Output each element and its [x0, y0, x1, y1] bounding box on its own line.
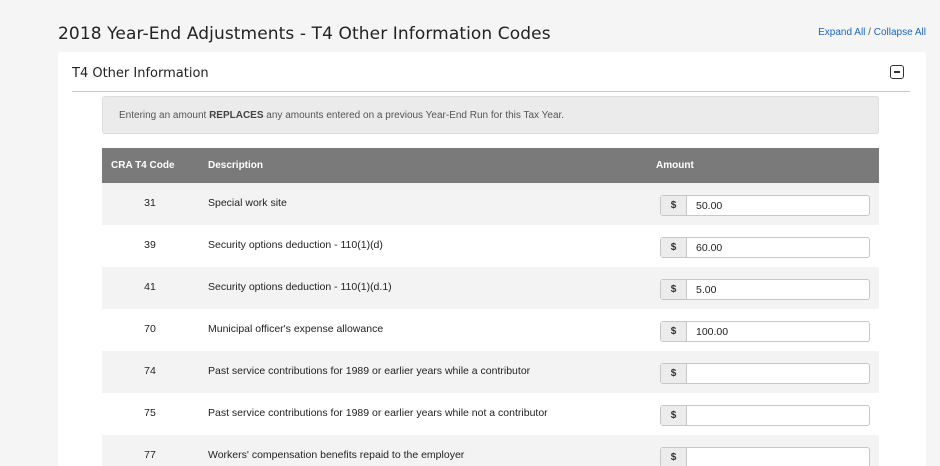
amount-field: $	[660, 195, 870, 216]
page-header: 2018 Year-End Adjustments - T4 Other Inf…	[58, 24, 926, 48]
replace-notice: Entering an amount REPLACES any amounts …	[102, 96, 879, 134]
amount-field: $	[660, 363, 870, 384]
row-description: Workers' compensation benefits repaid to…	[208, 449, 465, 461]
link-separator: /	[865, 27, 874, 38]
row-code: 41	[144, 281, 156, 293]
amount-field: $	[660, 321, 870, 342]
amount-input[interactable]	[687, 364, 869, 383]
table-row: 39 Security options deduction - 110(1)(d)…	[102, 225, 879, 267]
table-row: 41 Security options deduction - 110(1)(d.…	[102, 267, 879, 309]
amount-input[interactable]	[687, 238, 869, 257]
amount-field: $	[660, 237, 870, 258]
row-code: 31	[144, 197, 156, 209]
row-code: 75	[144, 407, 156, 419]
amount-input[interactable]	[687, 196, 869, 215]
notice-text-after: any amounts entered on a previous Year-E…	[263, 110, 565, 121]
table-row: 31 Special work site $	[102, 183, 879, 225]
dollar-addon: $	[661, 364, 687, 383]
collapse-all-link[interactable]: Collapse All	[874, 27, 926, 38]
notice-bold: REPLACES	[209, 110, 264, 121]
row-code: 74	[144, 365, 156, 377]
row-description: Security options deduction - 110(1)(d.1)	[208, 281, 392, 293]
notice-text-before: Entering an amount	[119, 110, 210, 121]
amount-input[interactable]	[687, 322, 869, 341]
dollar-addon: $	[661, 406, 687, 425]
header-description: Description	[208, 160, 264, 171]
amount-input[interactable]	[687, 280, 869, 299]
dollar-addon: $	[661, 238, 687, 257]
table-body: 31 Special work site $39 Security options d…	[102, 183, 879, 466]
row-code: 39	[144, 239, 156, 251]
amount-field: $	[660, 279, 870, 300]
expand-collapse-links: Expand All / Collapse All	[818, 27, 926, 38]
header-amount: Amount	[656, 160, 694, 171]
panel-header[interactable]: T4 Other Information	[72, 62, 910, 92]
table-row: 77 Workers' compensation benefits repaid …	[102, 435, 879, 466]
amount-field: $	[660, 447, 870, 466]
amount-input[interactable]	[687, 448, 869, 466]
row-code: 70	[144, 323, 156, 335]
minus-square-icon[interactable]	[890, 65, 904, 79]
dollar-addon: $	[661, 196, 687, 215]
amount-field: $	[660, 405, 870, 426]
row-description: Past service contributions for 1989 or e…	[208, 365, 531, 377]
amount-input[interactable]	[687, 406, 869, 425]
page-title: 2018 Year-End Adjustments - T4 Other Inf…	[58, 24, 551, 44]
dollar-addon: $	[661, 280, 687, 299]
t4-codes-table: CRA T4 Code Description Amount 31 Special…	[102, 148, 879, 466]
table-row: 70 Municipal officer's expense allowance $	[102, 309, 879, 351]
panel-title: T4 Other Information	[72, 66, 209, 81]
row-description: Municipal officer's expense allowance	[208, 323, 384, 335]
row-code: 77	[144, 449, 156, 461]
t4-other-information-panel: T4 Other Information Entering an amount …	[58, 52, 926, 466]
row-description: Past service contributions for 1989 or e…	[208, 407, 548, 419]
dollar-addon: $	[661, 322, 687, 341]
row-description: Special work site	[208, 197, 287, 209]
header-code: CRA T4 Code	[111, 160, 175, 171]
table-row: 75 Past service contributions for 1989 or…	[102, 393, 879, 435]
expand-all-link[interactable]: Expand All	[818, 27, 865, 38]
table-row: 74 Past service contributions for 1989 or…	[102, 351, 879, 393]
row-description: Security options deduction - 110(1)(d)	[208, 239, 383, 251]
dollar-addon: $	[661, 448, 687, 466]
table-header: CRA T4 Code Description Amount	[102, 148, 879, 183]
